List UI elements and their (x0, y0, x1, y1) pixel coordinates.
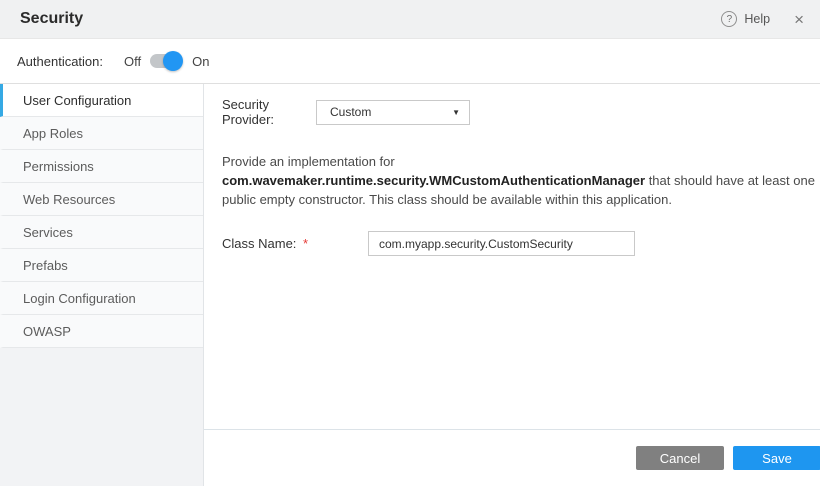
close-icon[interactable]: × (794, 11, 804, 28)
security-provider-row: Security Provider: Custom ▼ (222, 97, 818, 127)
sidebar-item-label: Login Configuration (23, 291, 136, 306)
sidebar-item-app-roles[interactable]: App Roles (0, 117, 203, 150)
titlebar: Security ? Help × (0, 0, 820, 39)
security-provider-label: Security Provider: (222, 97, 316, 127)
sidebar-item-web-resources[interactable]: Web Resources (0, 183, 203, 216)
sidebar-item-services[interactable]: Services (0, 216, 203, 249)
main-content: Security Provider: Custom ▼ Provide an i… (204, 84, 820, 429)
body: User Configuration App Roles Permissions… (0, 84, 820, 486)
class-name-input[interactable] (368, 231, 635, 256)
sidebar-item-prefabs[interactable]: Prefabs (0, 249, 203, 282)
sidebar-item-permissions[interactable]: Permissions (0, 150, 203, 183)
sidebar-item-owasp[interactable]: OWASP (0, 315, 203, 348)
toggle-on-label: On (192, 54, 209, 69)
help-icon: ? (721, 11, 737, 27)
sidebar-item-login-configuration[interactable]: Login Configuration (0, 282, 203, 315)
security-provider-value: Custom (330, 105, 371, 119)
sidebar-item-label: Web Resources (23, 192, 115, 207)
security-provider-select[interactable]: Custom ▼ (316, 100, 470, 125)
description-part1: Provide an implementation for (222, 154, 395, 169)
security-window: Security ? Help × Authentication: Off On… (0, 0, 820, 486)
cancel-button[interactable]: Cancel (636, 446, 724, 470)
toggle-knob (163, 51, 183, 71)
save-button[interactable]: Save (733, 446, 820, 470)
titlebar-actions: ? Help × (721, 11, 804, 28)
sidebar-item-label: Services (23, 225, 73, 240)
sidebar-item-label: Permissions (23, 159, 94, 174)
class-name-label-wrap: Class Name: * (222, 236, 368, 251)
sidebar-item-label: User Configuration (23, 93, 131, 108)
sidebar: User Configuration App Roles Permissions… (0, 84, 204, 486)
dropdown-arrow-icon: ▼ (452, 108, 460, 117)
required-marker: * (303, 236, 308, 251)
class-name-row: Class Name: * (222, 231, 818, 256)
help-label: Help (744, 12, 770, 26)
page-title: Security (20, 10, 83, 28)
toggle-off-label: Off (124, 54, 141, 69)
authentication-label: Authentication: (17, 54, 103, 69)
sidebar-item-user-configuration[interactable]: User Configuration (0, 84, 203, 117)
authentication-toggle[interactable] (150, 54, 181, 68)
help-button[interactable]: ? Help (721, 11, 770, 27)
sidebar-item-label: OWASP (23, 324, 71, 339)
footer: Cancel Save (204, 429, 820, 486)
sidebar-item-label: Prefabs (23, 258, 68, 273)
authentication-row: Authentication: Off On (0, 39, 820, 84)
provider-description: Provide an implementation for com.wavema… (222, 152, 818, 209)
class-name-label: Class Name: (222, 236, 296, 251)
sidebar-item-label: App Roles (23, 126, 83, 141)
main-panel: Security Provider: Custom ▼ Provide an i… (204, 84, 820, 486)
description-class-ref: com.wavemaker.runtime.security.WMCustomA… (222, 173, 645, 188)
